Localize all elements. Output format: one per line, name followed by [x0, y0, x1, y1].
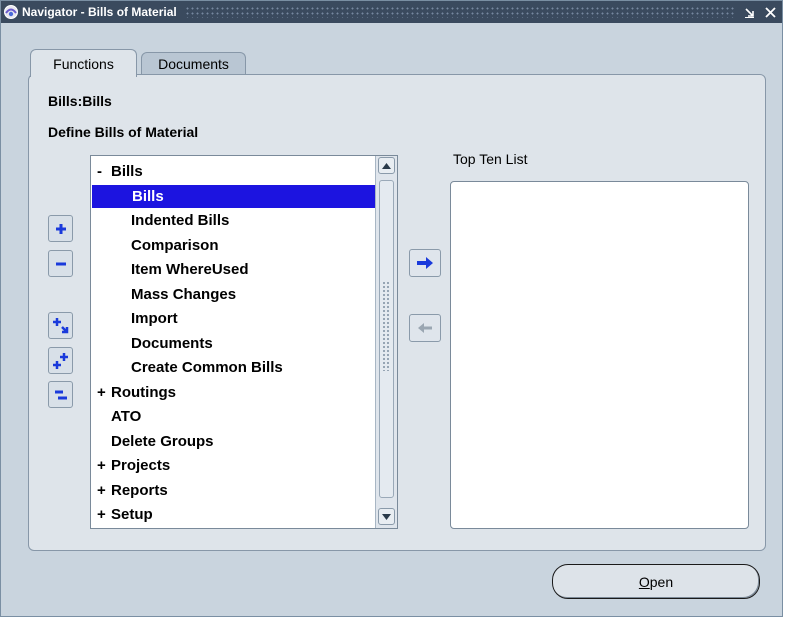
tree-node[interactable]: + Routings — [91, 381, 176, 404]
tree-leaf[interactable]: Bills — [92, 185, 397, 208]
tree-node[interactable]: - Bills — [91, 160, 143, 183]
tree-leaf[interactable]: Create Common Bills — [91, 356, 283, 379]
tab-functions[interactable]: Functions — [30, 49, 137, 77]
arrow-down-icon — [382, 513, 391, 520]
scroll-thumb-grip — [382, 281, 391, 371]
tree-item-label: Setup — [111, 506, 153, 523]
minimize-button[interactable] — [742, 4, 758, 20]
title-bar[interactable]: Navigator - Bills of Material — [1, 1, 782, 23]
tree-leaf[interactable]: Comparison — [91, 234, 219, 257]
open-button[interactable]: Open — [552, 564, 760, 599]
tree-leaf[interactable]: Import — [91, 307, 178, 330]
minus-icon — [55, 262, 66, 265]
close-icon — [764, 6, 776, 18]
tree-item-label: Bills — [132, 188, 164, 205]
tree-item-label: Delete Groups — [111, 433, 214, 450]
navigator-window: Navigator - Bills of Material Functions … — [0, 0, 783, 617]
tree-node[interactable]: ATO — [91, 405, 141, 428]
tree-item-label: Import — [131, 310, 178, 327]
open-rest: pen — [649, 573, 674, 590]
window-title: Navigator - Bills of Material — [22, 5, 177, 19]
tree-node[interactable]: + Projects — [91, 454, 170, 477]
tree-node[interactable]: Delete Groups — [91, 430, 214, 453]
tree-item-label: Routings — [111, 384, 176, 401]
tab-functions-label: Functions — [53, 55, 114, 72]
open-mnemonic: O — [638, 573, 650, 590]
add-to-top-ten-button[interactable] — [409, 249, 441, 277]
tree-item-label: Comparison — [131, 237, 219, 254]
tree-scrollbar[interactable] — [375, 156, 397, 528]
tree-node-toggle[interactable]: + — [97, 454, 111, 477]
scroll-down-button[interactable] — [378, 508, 395, 525]
collapse-all-button[interactable] — [48, 381, 73, 408]
tree-item-label: Mass Changes — [131, 286, 237, 303]
tree-leaf[interactable]: Item WhereUsed — [91, 258, 249, 281]
scroll-up-button[interactable] — [378, 157, 395, 174]
title-grip — [184, 6, 734, 18]
tree-leaf[interactable]: Indented Bills — [91, 209, 229, 232]
function-tree[interactable]: - Bills Bills Indented Bills Comparison Item … — [90, 155, 398, 529]
collapse-button[interactable] — [48, 250, 73, 277]
tree-leaf[interactable]: Mass Changes — [91, 283, 236, 306]
tree-item-label: Create Common Bills — [131, 359, 283, 376]
tree-item-label: Reports — [111, 482, 168, 499]
tree-leaf[interactable]: Documents — [91, 332, 213, 355]
scroll-thumb[interactable] — [379, 180, 394, 498]
section-title: Define Bills of Material — [48, 124, 199, 140]
arrow-right-icon — [417, 257, 433, 269]
tree-item-label: Indented Bills — [131, 212, 230, 229]
tree-node-toggle[interactable]: + — [97, 381, 111, 404]
collapse-all-icon — [54, 390, 67, 399]
tree-node-toggle[interactable]: - — [97, 160, 111, 183]
navigator-app-icon — [4, 5, 18, 19]
tree-node[interactable]: + Reports — [91, 479, 168, 502]
tree-node-toggle[interactable]: + — [97, 503, 111, 526]
tree-item-label: Projects — [111, 457, 171, 474]
tree-item-label: Documents — [131, 335, 213, 352]
open-button-label: Open — [639, 574, 673, 590]
top-ten-list[interactable] — [450, 181, 749, 529]
remove-from-top-ten-button[interactable] — [409, 314, 441, 342]
plus-icon — [55, 223, 66, 234]
tree-node-toggle[interactable]: + — [97, 479, 111, 502]
expand-all-icon — [52, 352, 68, 369]
tree-item-label: Item WhereUsed — [131, 261, 249, 278]
top-ten-label: Top Ten List — [453, 151, 528, 167]
tab-documents[interactable]: Documents — [141, 52, 246, 75]
close-button[interactable] — [762, 4, 778, 20]
expand-branch-icon — [52, 317, 68, 333]
arrow-up-icon — [382, 162, 391, 169]
expand-branch-button[interactable] — [48, 312, 73, 339]
breadcrumb: Bills:Bills — [48, 93, 112, 109]
expand-all-button[interactable] — [48, 347, 73, 374]
minimize-icon — [745, 8, 754, 18]
arrow-left-icon — [418, 323, 432, 333]
tree-item-label: Bills — [111, 163, 143, 180]
tree-node[interactable]: + Setup — [91, 503, 153, 526]
tree-item-label: ATO — [111, 408, 142, 425]
tab-documents-label: Documents — [158, 56, 229, 72]
expand-button[interactable] — [48, 215, 73, 242]
